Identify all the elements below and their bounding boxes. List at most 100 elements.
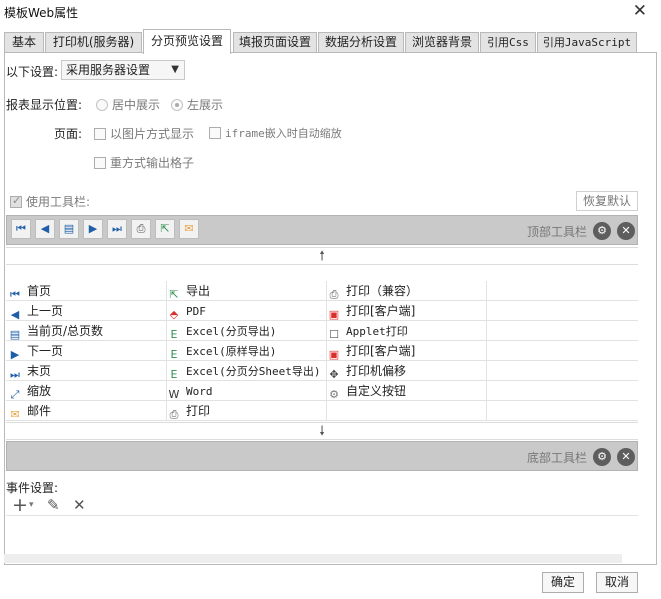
toolbar-items-grid: ⏮ 首页 ⇱ 导出 ⎙ 打印（兼容） ◀ 上一页 ⬘ PDF ▣ 打印[客户端] ▤ 当前页/… [6,281,638,421]
center-option[interactable]: 居中展示 [96,96,160,113]
add-icon[interactable]: + [12,494,28,516]
table-row: ▶ 下一页 E Excel(原样导出) ▣ 打印[客户端] [6,341,638,361]
applet-icon: ☐ [329,328,339,341]
item-first-page[interactable]: ⏮ 首页 [8,281,166,301]
tab-fill-page[interactable]: 填报页面设置 [233,32,317,53]
move-up-arrow-icon[interactable]: 🠕 [6,247,638,265]
reuse-cells-option[interactable]: 重方式输出格子 [94,154,194,171]
ok-button[interactable]: 确定 [542,572,584,593]
item-excel-paged[interactable]: E Excel(分页导出) [167,321,325,341]
pdf-icon: ⬘ [169,308,179,321]
item-print-compatible[interactable]: ⎙ 打印（兼容） [327,281,485,301]
page-count-icon[interactable]: ▤ [59,219,79,239]
tab-ref-css[interactable]: 引用Css [480,32,536,53]
first-page-icon: ⏮ [10,288,20,301]
table-row: ▤ 当前页/总页数 E Excel(分页导出) ☐ Applet打印 [6,321,638,341]
top-toolbar[interactable]: ⏮ ◀ ▤ ▶ ⏭ ⎙ ⇱ ✉ 顶部工具栏 ⚙ ✕ [6,215,638,245]
use-toolbar-checkbox[interactable] [10,194,22,208]
left-option[interactable]: 左展示 [171,96,223,113]
gear-icon: ⚙ [329,388,339,401]
excel-icon: E [170,348,178,361]
item-page-count[interactable]: ▤ 当前页/总页数 [8,321,166,341]
pdf-print-icon: ▣ [328,348,340,361]
settings-source-value: 采用服务器设置 [66,63,151,77]
table-row: ⏭ 末页 E Excel(分页分Sheet导出) ✥ 打印机偏移 [6,361,638,381]
item-last-page[interactable]: ⏭ 末页 [8,361,166,381]
tab-ref-javascript[interactable]: 引用JavaScript [537,32,637,53]
export-icon[interactable]: ⇱ [155,219,175,239]
window-title: 模板Web属性 [4,6,79,20]
tab-data-analysis[interactable]: 数据分析设置 [318,32,404,53]
item-custom-button[interactable]: ⚙ 自定义按钮 [327,381,485,401]
close-icon[interactable]: ✕ [633,1,647,21]
table-row: ◀ 上一页 ⬘ PDF ▣ 打印[客户端] [6,301,638,321]
table-row: ⤢ 缩放 W Word ⚙ 自定义按钮 [6,381,638,401]
edit-icon[interactable]: ✎ [47,496,60,514]
title-bar: 模板Web属性 ✕ [0,0,661,26]
gear-icon[interactable]: ⚙ [593,222,611,240]
export-icon: ⇱ [169,288,179,301]
first-page-icon[interactable]: ⏮ [11,219,31,239]
iframe-zoom-option[interactable]: iframe嵌入时自动缩放 [209,125,342,141]
excel-icon: E [170,328,178,341]
chevron-down-icon: ▼ [171,64,179,75]
next-page-icon: ▶ [10,348,20,361]
last-page-icon[interactable]: ⏭ [107,219,127,239]
item-excel-sheet[interactable]: E Excel(分页分Sheet导出) [167,361,325,381]
item-pdf[interactable]: ⬘ PDF [167,301,325,321]
tab-paging-preview[interactable]: 分页预览设置 [143,29,231,54]
next-page-icon[interactable]: ▶ [83,219,103,239]
settings-source-label: 以下设置: [6,65,59,79]
close-icon[interactable]: ✕ [617,448,635,466]
mail-icon: ✉ [10,408,20,421]
move-down-arrow-icon[interactable]: 🠗 [6,422,638,440]
bottom-toolbar[interactable]: 底部工具栏 ⚙ ✕ [6,441,638,471]
item-word[interactable]: W Word [167,381,325,401]
cancel-button[interactable]: 取消 [596,572,638,593]
item-previous-page[interactable]: ◀ 上一页 [8,301,166,321]
radio-center[interactable] [96,99,108,111]
print-icon[interactable]: ⎙ [131,219,151,239]
item-next-page[interactable]: ▶ 下一页 [8,341,166,361]
use-toolbar-option[interactable]: 使用工具栏: [10,193,90,210]
tab-basic[interactable]: 基本 [4,32,44,53]
move-icon: ✥ [329,368,339,381]
chevron-down-icon[interactable]: ▾ [29,500,34,510]
gear-icon[interactable]: ⚙ [593,448,611,466]
close-icon[interactable]: ✕ [617,222,635,240]
table-row: ⏮ 首页 ⇱ 导出 ⎙ 打印（兼容） [6,281,638,301]
tab-printer-server[interactable]: 打印机(服务器) [45,32,142,53]
pdf-print-icon: ▣ [328,308,340,321]
item-print-client[interactable]: ▣ 打印[客户端] [327,301,485,321]
word-icon: W [168,388,180,401]
item-print[interactable]: ⎙ 打印 [167,401,325,421]
item-mail[interactable]: ✉ 邮件 [8,401,166,421]
image-mode-option[interactable]: 以图片方式显示 [94,125,194,142]
page-count-icon: ▤ [9,328,21,341]
mail-icon[interactable]: ✉ [179,219,199,239]
zoom-icon: ⤢ [10,388,20,401]
tab-browser-background[interactable]: 浏览器背景 [405,32,479,53]
reuse-cells-checkbox[interactable] [94,157,106,169]
previous-page-icon[interactable]: ◀ [35,219,55,239]
print-icon: ⎙ [329,288,339,301]
horizontal-scrollbar[interactable] [4,554,622,563]
radio-left[interactable] [171,99,183,111]
item-printer-offset[interactable]: ✥ 打印机偏移 [327,361,485,381]
iframe-zoom-checkbox[interactable] [209,127,221,139]
image-mode-checkbox[interactable] [94,128,106,140]
item-zoom[interactable]: ⤢ 缩放 [8,381,166,401]
bottom-toolbar-label: 底部工具栏 [526,451,587,465]
table-row: ✉ 邮件 ⎙ 打印 [6,401,638,421]
top-toolbar-label: 顶部工具栏 [526,225,587,239]
item-export[interactable]: ⇱ 导出 [167,281,325,301]
item-print-client-2[interactable]: ▣ 打印[客户端] [327,341,485,361]
settings-source-select[interactable]: 采用服务器设置 ▼ [61,60,185,80]
item-excel-original[interactable]: E Excel(原样导出) [167,341,325,361]
tab-bar: 基本 打印机(服务器) 分页预览设置 填报页面设置 数据分析设置 浏览器背景 引… [4,29,657,54]
restore-default-button[interactable]: 恢复默认 [576,191,638,211]
events-list[interactable] [6,515,638,553]
last-page-icon: ⏭ [10,368,20,381]
delete-icon[interactable]: ✕ [73,496,86,514]
item-applet-print[interactable]: ☐ Applet打印 [327,321,485,341]
